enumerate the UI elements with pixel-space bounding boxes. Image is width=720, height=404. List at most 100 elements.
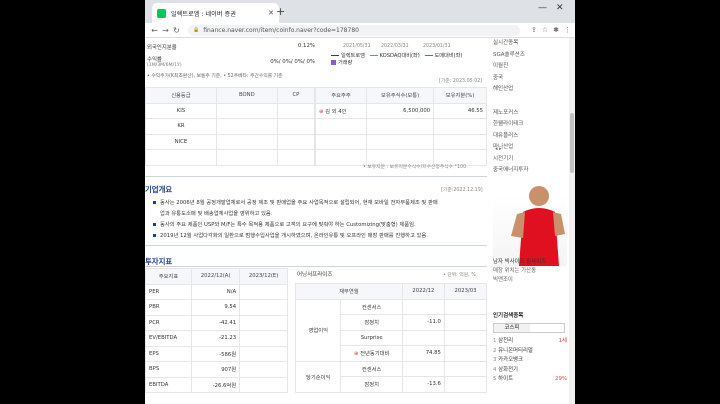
forward-icon[interactable]: → xyxy=(160,26,171,35)
divider xyxy=(145,245,487,246)
surprise-value xyxy=(401,360,445,377)
indicator-header: 주요지표 xyxy=(145,268,193,285)
sidebar-link[interactable]: 한웰라이테크 xyxy=(493,119,567,131)
sidebar-list-2: 제노포커스 한웰라이테크 대유플러스 마니산업 시전기기 중국에너지투자 xyxy=(493,108,567,177)
indicator-value: -21.23 xyxy=(191,330,241,347)
share-icon[interactable]: ⇪ xyxy=(531,26,537,34)
company-bullet: 2019년 12월 사업다각화의 일환으로 범행수입사업을 개시하였으며, 온라… xyxy=(153,231,428,239)
ad-model-image xyxy=(511,186,565,266)
popular-item[interactable]: 4 삼화전기 xyxy=(493,366,567,376)
tab-title: 일렉트로엠 : 네이버 증권 xyxy=(171,10,236,18)
legend-item: 일렉트로엠 xyxy=(341,53,365,59)
surprise-group: 영업이익 xyxy=(294,298,342,362)
popular-item-name: 삼화전기 xyxy=(498,366,518,373)
legend-item: 거래량 xyxy=(338,60,353,66)
plus-icon: ⊕ xyxy=(319,108,324,115)
indicator-estimate xyxy=(239,283,288,300)
surprise-item[interactable]: ⊕ 전년동기대비 xyxy=(340,345,403,362)
company-title: 기업개요 xyxy=(145,185,173,194)
chart-legend: 일렉트로엠 KOSDAQ대비(좌) 도매대비(좌) 거래량 xyxy=(331,52,491,66)
address-bar: ← → ↻ 🔒 finance.naver.com/item/coinfo.nav… xyxy=(145,23,575,38)
company-bullet-cont: 업과 유통도소매 및 배송업체사업을 영위하고 있음. xyxy=(160,209,272,217)
indicator-name: EBITDA xyxy=(145,376,193,393)
foreign-value: 0.12% xyxy=(297,43,315,49)
divider xyxy=(145,176,487,177)
sidebar-link[interactable]: 시전기기 xyxy=(493,154,567,166)
indicator-name: BPS xyxy=(145,361,193,378)
indicator-value: -586원 xyxy=(191,345,241,362)
surprise-value: -13.6 xyxy=(401,376,445,393)
tab-bar: 일렉트로엠 : 네이버 증권 ✕ + — ✕ xyxy=(145,0,575,23)
sidebar-link[interactable]: 마니산업 xyxy=(493,142,567,154)
credit-agency: NICE xyxy=(145,133,217,150)
minimize-icon[interactable]: — xyxy=(538,3,547,13)
back-icon[interactable]: ← xyxy=(149,26,160,35)
extensions-icon[interactable]: ✱ xyxy=(553,26,559,34)
sidebar-link[interactable]: SGA솔루션즈 xyxy=(493,50,567,62)
star-icon[interactable]: ☆ xyxy=(542,26,548,34)
holders-header: 주요주주 xyxy=(314,87,368,104)
top-footnote: • 수익주가(K최초환산), 보통주 기준, • 52주베타: 주간수익률 기준 xyxy=(147,74,283,79)
indicator-value: 9.54 xyxy=(191,299,241,316)
indicator-name: PCR xyxy=(145,314,193,331)
vertical-scrollbar[interactable] xyxy=(569,38,575,404)
holder-shares: 6,500,000 xyxy=(366,102,435,119)
sidebar-link[interactable]: 실시간종목 xyxy=(493,38,567,50)
reload-icon[interactable]: ↻ xyxy=(171,26,182,35)
ad-banner[interactable] xyxy=(493,178,567,266)
surprise-header: 2023/03 xyxy=(443,283,488,300)
close-window-icon[interactable]: ✕ xyxy=(556,3,564,13)
holder-pct: 46.55 xyxy=(433,102,487,119)
popular-item[interactable]: 2 유니온머티리얼 xyxy=(493,347,567,357)
sidebar-link[interactable]: 중국에너지투자 xyxy=(493,165,567,177)
scrollbar-thumb[interactable] xyxy=(570,113,574,173)
popular-item-name: 카카오뱅크 xyxy=(498,357,523,364)
indicator-estimate xyxy=(239,361,288,378)
indicator-estimate xyxy=(239,345,288,362)
divider xyxy=(145,266,487,267)
foreign-ratio-row: 외국인지분율 0.12% xyxy=(147,43,315,51)
ad-line: 매장 위치는 가산동 xyxy=(493,268,537,274)
url-input[interactable]: 🔒 finance.naver.com/item/coinfo.naver?cod… xyxy=(188,24,520,36)
credit-agency: KR xyxy=(145,118,217,135)
page-content: 외국인지분율 0.12% 수익률 (1M/3M/6M/1Y) 0%/ 0%/ 0%/ … xyxy=(145,38,575,404)
indicator-value: N/A xyxy=(191,283,241,300)
yield-value: 0%/ 0%/ 0%/ 0% xyxy=(270,59,315,65)
popular-item-value: 1세 xyxy=(558,338,567,344)
sidebar-pager[interactable]: ◂ ▸ xyxy=(495,146,502,152)
browser-tab[interactable]: 일렉트로엠 : 네이버 증권 ✕ xyxy=(152,3,279,23)
holders-note: • 보유지분 : 보유지분수식수/지수산정주식수 *100 xyxy=(363,165,467,170)
indicator-estimate xyxy=(239,299,288,316)
indicator-name: EV/EBITDA xyxy=(145,330,193,347)
url-text: finance.naver.com/item/coinfo.naver?code… xyxy=(203,26,359,34)
surprise-item-text: 전년동기대비 xyxy=(360,351,390,358)
holder-name[interactable]: ⊕ 김 외 4인 xyxy=(314,102,368,119)
popular-item-value: 29% xyxy=(555,376,567,383)
plus-icon: ⊕ xyxy=(353,351,359,358)
indicator-name: PER xyxy=(145,283,193,300)
tab-kospi[interactable]: 코스피 xyxy=(494,324,530,332)
indicator-name: PBR xyxy=(145,299,193,316)
bullet-text: 업과 유통도소매 및 배송업체사업을 영위하고 있음. xyxy=(160,211,273,217)
popular-list: 1 삼천리 1세 2 유니온머티리얼 3 카카오뱅크 4 삼화전기 5 하이트 29… xyxy=(493,337,567,385)
holders-header: 보유지분(%) xyxy=(433,87,487,104)
sidebar-link[interactable]: 대유플러스 xyxy=(493,131,567,143)
surprise-item: 컨센서스 xyxy=(340,298,403,315)
popular-item[interactable]: 3 카카오뱅크 xyxy=(493,356,567,366)
unit-note: • 단위: 억원, % xyxy=(443,273,476,278)
sidebar-link[interactable]: 중국 xyxy=(493,73,567,85)
sidebar-link[interactable]: 이월진 xyxy=(493,61,567,73)
sidebar-link[interactable]: 해인산업 xyxy=(493,84,567,96)
surprise-header: 재무연월 xyxy=(295,283,403,300)
sidebar-link[interactable]: 제노포커스 xyxy=(493,108,567,120)
ad-text[interactable]: 남자 빅사이즈 킹사이즈 매장 위치는 가산동 빅맨조이 xyxy=(493,258,567,285)
close-tab-icon[interactable]: ✕ xyxy=(268,9,274,17)
company-basis: [기준:2022.12.19] xyxy=(441,188,483,193)
menu-icon[interactable]: ⋮ xyxy=(564,26,571,34)
ad-line: 남자 빅사이즈 킹사이즈 xyxy=(493,259,547,265)
popular-item[interactable]: 5 하이트 29% xyxy=(493,375,567,385)
indicator-header: 2023/12(E) xyxy=(239,268,288,285)
popular-item[interactable]: 1 삼천리 1세 xyxy=(493,337,567,347)
new-tab-icon[interactable]: + xyxy=(276,5,285,19)
indicator-estimate xyxy=(239,330,288,347)
